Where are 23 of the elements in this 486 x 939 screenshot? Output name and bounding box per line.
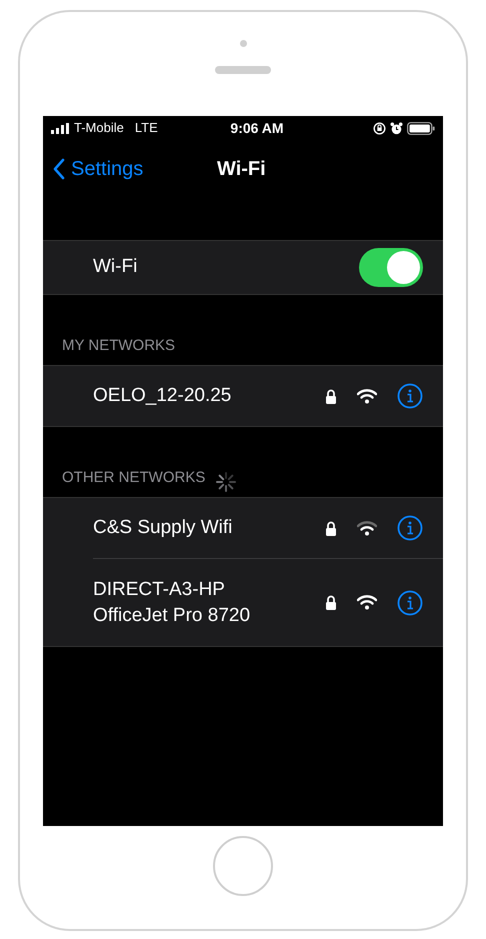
network-type: LTE bbox=[134, 119, 158, 138]
info-icon[interactable] bbox=[397, 515, 423, 541]
alarm-icon bbox=[390, 122, 403, 134]
network-row[interactable]: DIRECT-A3-HP OfficeJet Pro 8720 bbox=[93, 558, 443, 646]
rotation-lock-icon bbox=[373, 122, 386, 134]
back-button[interactable]: Settings bbox=[53, 154, 144, 184]
info-icon[interactable] bbox=[397, 383, 423, 409]
carrier-name: T-Mobile bbox=[74, 119, 124, 138]
section-header: MY NETWORKS bbox=[62, 336, 176, 356]
wifi-label: Wi-Fi bbox=[93, 255, 138, 280]
battery-icon bbox=[407, 122, 435, 134]
chevron-left-icon bbox=[53, 158, 65, 180]
status-time: 9:06 AM bbox=[229, 118, 285, 138]
wifi-switch[interactable] bbox=[359, 248, 423, 287]
page-title: Wi-Fi bbox=[217, 157, 266, 182]
network-name: DIRECT-A3-HP OfficeJet Pro 8720 bbox=[93, 578, 252, 628]
network-row[interactable]: C&S Supply Wifi bbox=[93, 498, 443, 558]
speaker-slot bbox=[215, 66, 271, 74]
signal-icon bbox=[51, 122, 69, 134]
section-header: OTHER NETWORKS bbox=[62, 468, 206, 488]
info-icon[interactable] bbox=[397, 590, 423, 616]
network-name: C&S Supply Wifi bbox=[93, 516, 234, 540]
network-name: OELO_12-20.25 bbox=[93, 384, 232, 408]
